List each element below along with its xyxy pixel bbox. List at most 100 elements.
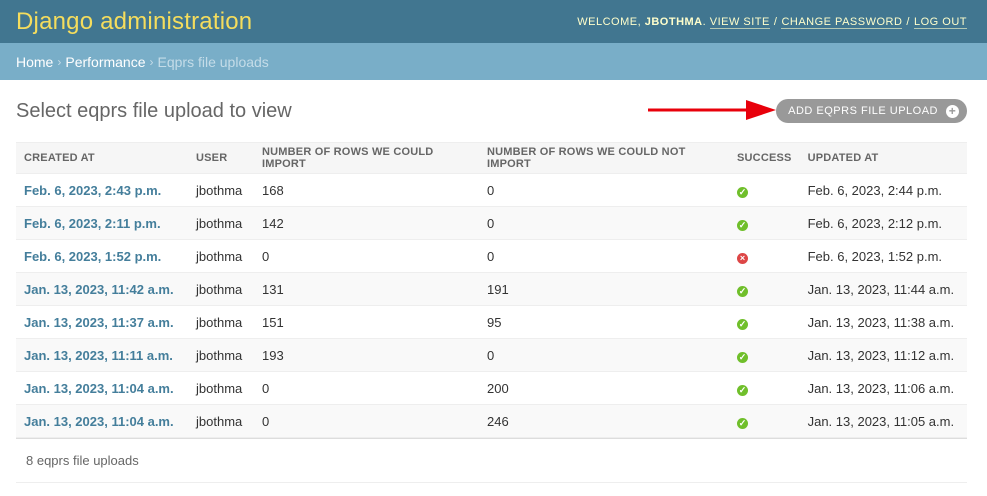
user-tools: Welcome, JBOTHMA. View site / Change passw… xyxy=(577,15,967,29)
cell-success: × xyxy=(729,239,800,273)
cell-success: ✓ xyxy=(729,272,800,306)
column-header-user[interactable]: User xyxy=(188,142,254,174)
title-row: Select eqprs file upload to view Add eqp… xyxy=(16,80,967,142)
cell-user: jbothma xyxy=(188,206,254,240)
cell-user: jbothma xyxy=(188,371,254,405)
breadcrumb-app[interactable]: Performance xyxy=(65,54,145,70)
add-eqprs-file-upload-button[interactable]: Add eqprs file upload + xyxy=(776,99,967,123)
cell-user: jbothma xyxy=(188,239,254,273)
breadcrumb-separator: › xyxy=(149,54,154,69)
x-circle-icon: × xyxy=(737,252,748,264)
created-at-link[interactable]: Feb. 6, 2023, 2:11 p.m. xyxy=(24,216,161,231)
cell-created-at: Jan. 13, 2023, 11:04 a.m. xyxy=(16,404,188,438)
table-row: Feb. 6, 2023, 2:43 p.m. jbothma 168 0 ✓ Feb. … xyxy=(16,173,967,207)
cell-updated-at: Jan. 13, 2023, 11:44 a.m. xyxy=(799,272,967,306)
created-at-link[interactable]: Jan. 13, 2023, 11:04 a.m. xyxy=(24,381,174,396)
add-button-label: Add eqprs file upload xyxy=(788,105,938,117)
cell-created-at: Jan. 13, 2023, 11:42 a.m. xyxy=(16,272,188,306)
cell-rows-imported: 142 xyxy=(254,206,479,240)
cell-updated-at: Jan. 13, 2023, 11:06 a.m. xyxy=(799,371,967,405)
check-circle-icon: ✓ xyxy=(737,384,748,396)
cell-updated-at: Jan. 13, 2023, 11:05 a.m. xyxy=(799,404,967,438)
cell-created-at: Feb. 6, 2023, 2:11 p.m. xyxy=(16,206,188,240)
site-branding[interactable]: Django administration xyxy=(16,8,252,36)
change-password-link[interactable]: Change password xyxy=(781,15,903,29)
check-circle-icon: ✓ xyxy=(737,318,748,330)
created-at-link[interactable]: Feb. 6, 2023, 2:43 p.m. xyxy=(24,183,161,198)
cell-rows-not-imported: 246 xyxy=(479,404,729,438)
check-circle-icon: ✓ xyxy=(737,186,748,198)
check-circle-icon: ✓ xyxy=(737,417,748,429)
cell-rows-not-imported: 0 xyxy=(479,206,729,240)
check-circle-icon: ✓ xyxy=(737,219,748,231)
column-header-rows-imported[interactable]: Number of rows we could import xyxy=(254,142,479,174)
paginator: 8 eqprs file uploads xyxy=(16,438,967,483)
cell-success: ✓ xyxy=(729,404,800,438)
cell-rows-not-imported: 95 xyxy=(479,305,729,339)
cell-success: ✓ xyxy=(729,338,800,372)
cell-rows-imported: 0 xyxy=(254,404,479,438)
cell-rows-not-imported: 0 xyxy=(479,239,729,273)
created-at-link[interactable]: Jan. 13, 2023, 11:11 a.m. xyxy=(24,348,173,363)
cell-rows-imported: 131 xyxy=(254,272,479,306)
cell-rows-not-imported: 191 xyxy=(479,272,729,306)
cell-success: ✓ xyxy=(729,173,800,207)
cell-rows-imported: 151 xyxy=(254,305,479,339)
cell-success: ✓ xyxy=(729,206,800,240)
cell-rows-imported: 193 xyxy=(254,338,479,372)
page-title: Select eqprs file upload to view xyxy=(16,99,292,122)
created-at-link[interactable]: Jan. 13, 2023, 11:04 a.m. xyxy=(24,414,174,429)
cell-updated-at: Feb. 6, 2023, 1:52 p.m. xyxy=(799,239,967,273)
column-header-success[interactable]: Success xyxy=(729,142,800,174)
red-arrow-annotation-icon xyxy=(648,100,776,120)
cell-created-at: Jan. 13, 2023, 11:11 a.m. xyxy=(16,338,188,372)
created-at-link[interactable]: Jan. 13, 2023, 11:37 a.m. xyxy=(24,315,174,330)
column-header-updated-at[interactable]: Updated at xyxy=(799,142,967,174)
table-row: Feb. 6, 2023, 1:52 p.m. jbothma 0 0 × Feb. 6,… xyxy=(16,239,967,273)
table-body: Feb. 6, 2023, 2:43 p.m. jbothma 168 0 ✓ Feb. … xyxy=(16,173,967,438)
cell-user: jbothma xyxy=(188,338,254,372)
cell-rows-imported: 168 xyxy=(254,173,479,207)
view-site-link[interactable]: View site xyxy=(709,15,770,29)
table-row: Jan. 13, 2023, 11:37 a.m. jbothma 151 95 ✓ Ja… xyxy=(16,305,967,339)
cell-user: jbothma xyxy=(188,272,254,306)
username: JBOTHMA xyxy=(644,15,703,28)
cell-rows-not-imported: 0 xyxy=(479,173,729,207)
breadcrumb: Home › Performance › Eqprs file uploads xyxy=(0,43,987,80)
breadcrumb-home[interactable]: Home xyxy=(16,54,53,70)
cell-rows-not-imported: 0 xyxy=(479,338,729,372)
content: Select eqprs file upload to view Add eqp… xyxy=(0,80,987,483)
cell-user: jbothma xyxy=(188,404,254,438)
table-row: Jan. 13, 2023, 11:11 a.m. jbothma 193 0 ✓ Jan… xyxy=(16,338,967,372)
cell-updated-at: Feb. 6, 2023, 2:12 p.m. xyxy=(799,206,967,240)
cell-success: ✓ xyxy=(729,371,800,405)
check-circle-icon: ✓ xyxy=(737,351,748,363)
cell-created-at: Feb. 6, 2023, 1:52 p.m. xyxy=(16,239,188,273)
header: Django administration Welcome, JBOTHMA. … xyxy=(0,0,987,43)
column-header-created-at[interactable]: Created at xyxy=(16,142,188,174)
cell-created-at: Feb. 6, 2023, 2:43 p.m. xyxy=(16,173,188,207)
cell-user: jbothma xyxy=(188,173,254,207)
breadcrumb-current: Eqprs file uploads xyxy=(157,53,269,70)
cell-success: ✓ xyxy=(729,305,800,339)
cell-created-at: Jan. 13, 2023, 11:37 a.m. xyxy=(16,305,188,339)
cell-rows-imported: 0 xyxy=(254,239,479,273)
created-at-link[interactable]: Jan. 13, 2023, 11:42 a.m. xyxy=(24,282,174,297)
column-header-rows-not-imported[interactable]: Number of rows we could not import xyxy=(479,142,729,174)
created-at-link[interactable]: Feb. 6, 2023, 1:52 p.m. xyxy=(24,249,161,264)
cell-user: jbothma xyxy=(188,305,254,339)
breadcrumb-separator: › xyxy=(57,54,62,69)
log-out-link[interactable]: Log out xyxy=(913,15,967,29)
results-table: Created at User Number of rows we could … xyxy=(16,142,967,438)
table-row: Feb. 6, 2023, 2:11 p.m. jbothma 142 0 ✓ Feb. … xyxy=(16,206,967,240)
cell-rows-not-imported: 200 xyxy=(479,371,729,405)
cell-updated-at: Feb. 6, 2023, 2:44 p.m. xyxy=(799,173,967,207)
welcome-text: Welcome, xyxy=(577,15,642,28)
table-header: Created at User Number of rows we could … xyxy=(16,142,967,174)
table-row: Jan. 13, 2023, 11:42 a.m. jbothma 131 191 ✓ J… xyxy=(16,272,967,306)
check-circle-icon: ✓ xyxy=(737,285,748,297)
cell-rows-imported: 0 xyxy=(254,371,479,405)
cell-updated-at: Jan. 13, 2023, 11:38 a.m. xyxy=(799,305,967,339)
cell-created-at: Jan. 13, 2023, 11:04 a.m. xyxy=(16,371,188,405)
plus-icon: + xyxy=(946,104,959,118)
